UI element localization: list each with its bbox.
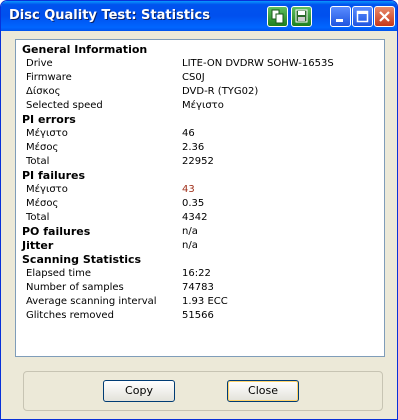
stat-row: Μέσος 2.36	[26, 142, 205, 153]
title-bar[interactable]: Disc Quality Test: Statistics	[1, 1, 397, 31]
statistics-panel: General Information Drive LITE-ON DVDRW S…	[15, 39, 385, 357]
copy-button[interactable]: Copy	[103, 380, 175, 402]
stat-row: Glitches removed 51566	[26, 310, 214, 321]
stat-row: Total 4342	[26, 212, 208, 223]
stat-row: Drive LITE-ON DVDRW SOHW-1653S	[26, 58, 334, 69]
section-general-information: General Information	[22, 43, 148, 56]
copy-icon[interactable]	[267, 6, 288, 27]
button-bar: Copy Close	[23, 371, 383, 411]
stat-row: Δίσκος DVD-R (TYG02)	[26, 86, 259, 97]
minimize-icon[interactable]	[330, 6, 351, 27]
stat-row: Average scanning interval 1.93 ECC	[26, 296, 228, 307]
stat-row: Selected speed Μέγιστο	[26, 100, 224, 111]
section-pi-errors: PI errors	[22, 113, 76, 126]
stat-row: Elapsed time 16:22	[26, 268, 211, 279]
stat-row: Firmware CS0J	[26, 72, 205, 83]
stat-row: Μέσος 0.35	[26, 198, 205, 209]
section-scanning-statistics: Scanning Statistics	[22, 253, 142, 266]
stat-row: Μέγιστο 46	[26, 128, 195, 139]
section-jitter: Jitter n/a	[22, 239, 198, 252]
stat-row: Μέγιστο 43	[26, 184, 195, 195]
stat-row: Number of samples 74783	[26, 282, 214, 293]
close-icon[interactable]	[374, 6, 395, 27]
section-po-failures: PO failures n/a	[22, 225, 198, 238]
statistics-window: Disc Quality Test: Statistics General In…	[0, 0, 398, 420]
section-pi-failures: PI failures	[22, 169, 85, 182]
save-icon[interactable]	[291, 6, 312, 27]
window-title: Disc Quality Test: Statistics	[9, 8, 210, 23]
maximize-icon[interactable]	[352, 6, 373, 27]
stat-row: Total 22952	[26, 156, 214, 167]
close-button[interactable]: Close	[227, 380, 299, 402]
